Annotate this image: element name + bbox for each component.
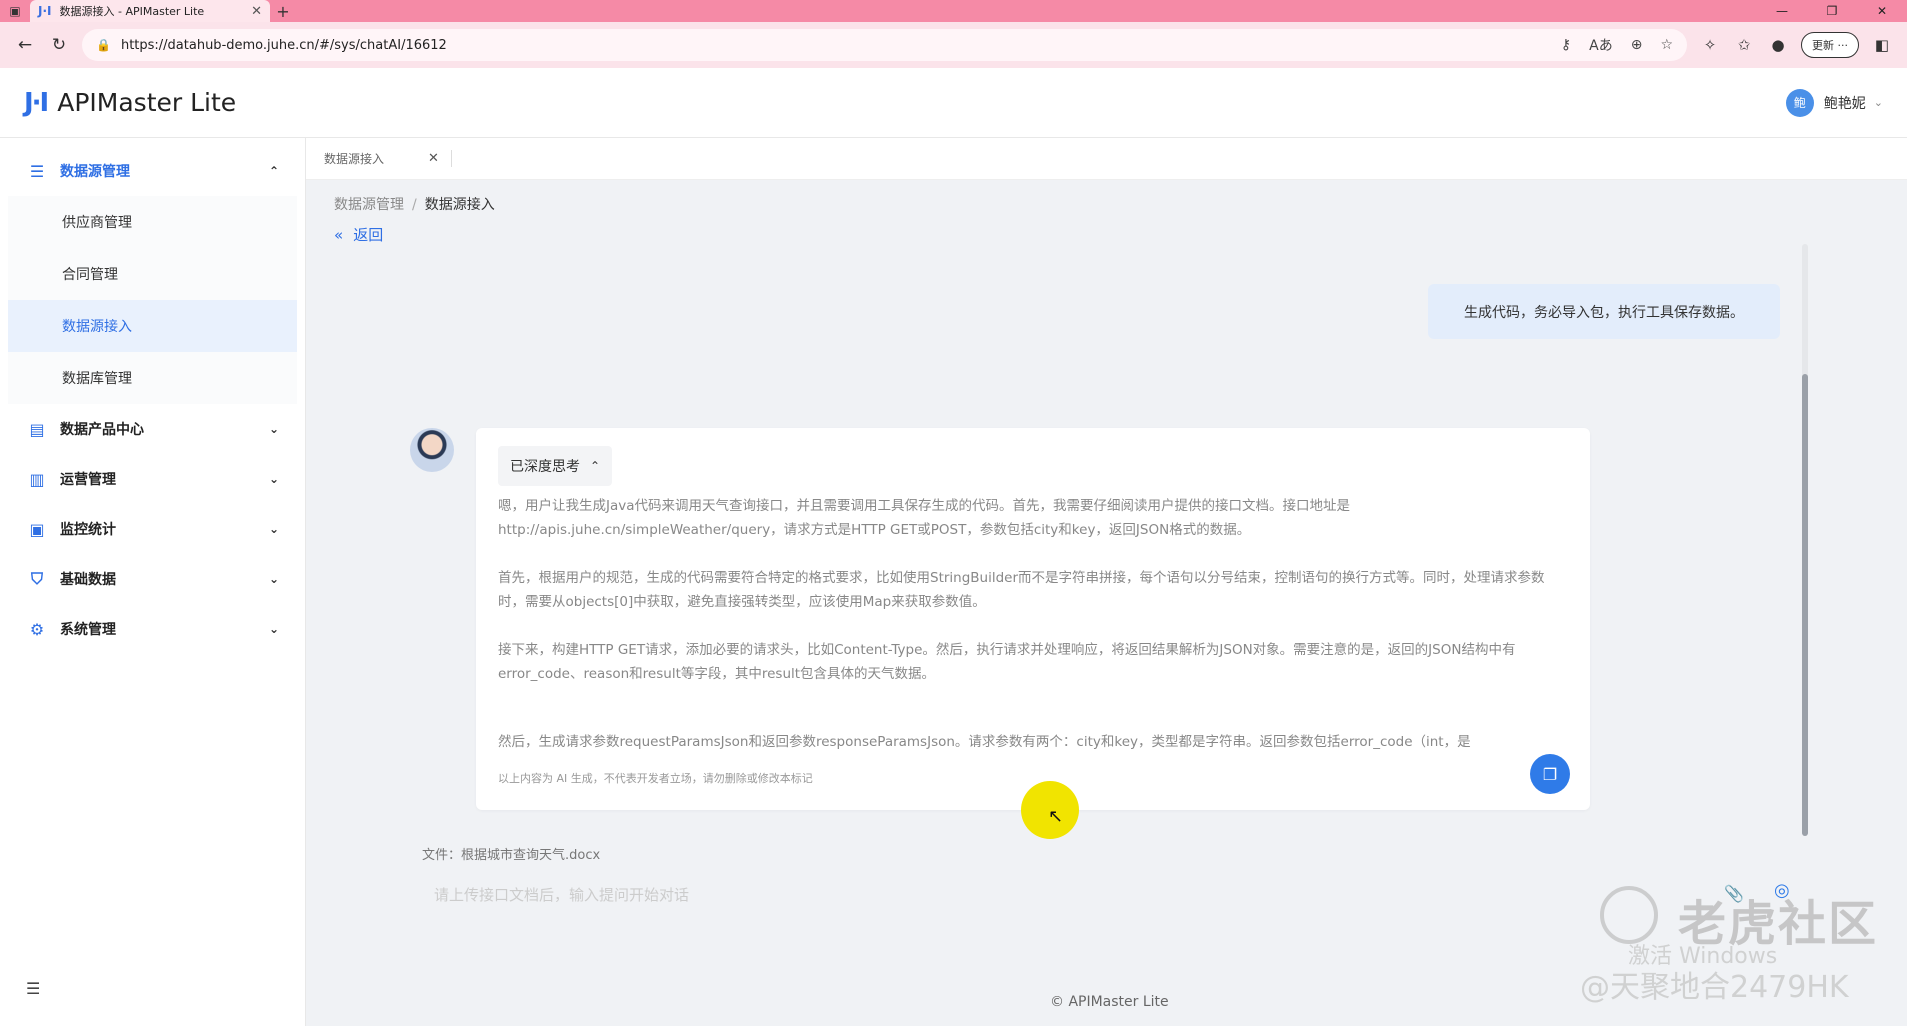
update-button[interactable]: 更新 ··· — [1801, 32, 1859, 58]
double-chevron-left-icon: « — [334, 226, 344, 244]
sidebar-group-label: 系统管理 — [60, 622, 116, 638]
favorites-icon[interactable]: ✩ — [1727, 36, 1761, 54]
user-name: 鲍艳妮 — [1823, 95, 1866, 112]
shield-icon: ⛉ — [30, 569, 43, 588]
collapse-sidebar-icon[interactable]: ☰ — [26, 979, 40, 998]
sidebar-item-datasource-access[interactable]: 数据源接入 — [8, 300, 297, 352]
browser-tab-title: 数据源接入 - APIMaster Lite — [59, 5, 205, 18]
window-menu-icon[interactable]: ▣ — [0, 0, 30, 22]
breadcrumb-separator: / — [412, 197, 417, 213]
sidebar-group-operations[interactable]: ▥ 运营管理 ⌄ — [0, 454, 305, 504]
think-content: 嗯，用户让我生成Java代码来调用天气查询接口，并且需要调用工具保存生成的代码。… — [498, 494, 1568, 754]
zoom-icon[interactable]: ⊕ — [1631, 37, 1643, 53]
minimize-icon[interactable]: — — [1757, 4, 1807, 18]
gear-icon: ⚙ — [29, 619, 45, 639]
avatar: 鲍 — [1785, 88, 1814, 117]
restore-icon[interactable]: ❐ — [1807, 4, 1857, 18]
list-icon: ☰ — [29, 161, 45, 181]
bot-avatar — [410, 428, 454, 472]
chevron-up-icon: ⌃ — [268, 164, 279, 178]
breadcrumb-current: 数据源接入 — [424, 197, 495, 213]
browser-tab[interactable]: J·I 数据源接入 - APIMaster Lite ✕ — [30, 0, 270, 22]
back-arrow-icon[interactable]: ← — [8, 35, 42, 55]
think-paragraph: 接下来，构建HTTP GET请求，添加必要的请求头，比如Content-Type… — [498, 642, 1516, 682]
favicon-icon: J·I — [38, 4, 52, 18]
think-paragraph: 嗯，用户让我生成Java代码来调用天气查询接口，并且需要调用工具保存生成的代码。… — [498, 498, 1351, 538]
chevron-down-icon: ⌄ — [268, 622, 279, 636]
deep-think-toggle[interactable]: 已深度思考 ⌃ — [498, 446, 613, 486]
url-field[interactable]: 🔒 https://datahub-demo.juhe.cn/#/sys/cha… — [82, 29, 1687, 61]
extensions-icon[interactable]: ✧ — [1693, 36, 1727, 54]
url-text: https://datahub-demo.juhe.cn/#/sys/chatA… — [120, 37, 447, 53]
breadcrumb: 数据源管理 / 数据源接入 — [334, 194, 495, 214]
sidebar-item-supplier[interactable]: 供应商管理 — [8, 196, 297, 248]
app-title: APIMaster Lite — [57, 88, 237, 117]
chevron-down-icon: ⌄ — [268, 572, 279, 586]
chevron-down-icon: ⌄ — [268, 472, 279, 486]
close-tab-icon[interactable]: ✕ — [251, 4, 262, 19]
footer: © APIMaster Lite — [1050, 994, 1169, 1010]
sidebar: ☰ 数据源管理 ⌃ 供应商管理 合同管理 数据源接入 数据库管理 ▤ 数据产品中… — [0, 138, 306, 1026]
key-icon[interactable]: ⚷ — [1561, 37, 1571, 53]
bar-chart-icon: ▥ — [29, 469, 45, 489]
window-controls: — ❐ ✕ — [1757, 4, 1907, 18]
cursor-icon: ↖ — [1048, 806, 1064, 827]
think-paragraph: 首先，根据用户的规范，生成的代码需要符合特定的格式要求，比如使用StringBu… — [498, 570, 1545, 610]
sidebar-item-contract[interactable]: 合同管理 — [8, 248, 297, 300]
chat-scrollbar-thumb[interactable] — [1802, 374, 1808, 836]
back-label: 返回 — [353, 226, 384, 244]
sidebar-group-label: 数据源管理 — [60, 164, 130, 180]
sidebar-group-system[interactable]: ⚙ 系统管理 ⌄ — [0, 604, 305, 654]
document-icon: ▤ — [29, 419, 45, 439]
chevron-down-icon: ⌄ — [268, 422, 279, 436]
copy-button[interactable]: ❐ — [1530, 754, 1570, 794]
profile-icon[interactable]: ● — [1761, 36, 1795, 54]
tab-datasource-access[interactable]: 数据源接入 ✕ — [324, 150, 452, 167]
deep-think-label: 已深度思考 — [510, 459, 580, 475]
new-tab-icon[interactable]: + — [270, 2, 296, 21]
address-bar: ← ↻ 🔒 https://datahub-demo.juhe.cn/#/sys… — [0, 22, 1907, 68]
submenu-datasource: 供应商管理 合同管理 数据源接入 数据库管理 — [8, 196, 297, 404]
close-window-icon[interactable]: ✕ — [1857, 4, 1907, 18]
content-tabs: 数据源接入 ✕ — [306, 138, 1907, 180]
logo-icon: J·I — [24, 87, 49, 118]
update-label: 更新 — [1812, 39, 1834, 52]
attached-file: 文件：根据城市查询天气.docx — [422, 848, 601, 863]
favorite-star-icon[interactable]: ☆ — [1660, 37, 1673, 53]
sidebar-group-product[interactable]: ▤ 数据产品中心 ⌄ — [0, 404, 305, 454]
ai-disclaimer: 以上内容为 AI 生成，不代表开发者立场，请勿删除或修改本标记 — [498, 772, 813, 785]
sidebar-group-label: 运营管理 — [60, 472, 116, 488]
chevron-up-icon: ⌃ — [590, 459, 601, 473]
chat-input[interactable] — [420, 870, 1800, 920]
close-icon[interactable]: ✕ — [428, 151, 439, 166]
watermark-handle: @天聚地合2479HK — [1580, 970, 1849, 1005]
copy-icon: ❐ — [1542, 764, 1558, 784]
sidebar-group-label: 监控统计 — [60, 522, 116, 538]
read-aloud-icon[interactable]: Aあ — [1589, 35, 1613, 55]
breadcrumb-parent[interactable]: 数据源管理 — [334, 197, 404, 213]
reload-icon[interactable]: ↻ — [42, 35, 76, 55]
think-paragraph: 然后，生成请求参数requestParamsJson和返回参数responseP… — [498, 734, 1471, 750]
chevron-down-icon: ⌄ — [268, 522, 279, 536]
bot-message-card: 已深度思考 ⌃ 嗯，用户让我生成Java代码来调用天气查询接口，并且需要调用工具… — [476, 428, 1590, 810]
sidebar-group-monitor[interactable]: ▣ 监控统计 ⌄ — [0, 504, 305, 554]
back-link[interactable]: « 返回 — [334, 224, 383, 245]
chevron-down-icon: ⌄ — [1873, 96, 1883, 109]
user-menu[interactable]: 鲍 鲍艳妮 ⌄ — [1785, 88, 1883, 117]
sidebar-group-label: 基础数据 — [60, 572, 116, 588]
lock-icon: 🔒 — [96, 38, 111, 52]
monitor-icon: ▣ — [29, 519, 45, 539]
user-message: 生成代码，务必导入包，执行工具保存数据。 — [1428, 284, 1780, 339]
app-header: J·I APIMaster Lite 鲍 鲍艳妮 ⌄ — [0, 68, 1907, 138]
sidebar-group-label: 数据产品中心 — [60, 422, 144, 438]
sidebar-item-database[interactable]: 数据库管理 — [8, 352, 297, 404]
sidebar-group-datasource[interactable]: ☰ 数据源管理 ⌃ — [0, 146, 305, 196]
tab-label: 数据源接入 — [324, 152, 385, 166]
watermark-logo-icon — [1600, 886, 1658, 944]
browser-tab-bar: ▣ J·I 数据源接入 - APIMaster Lite ✕ + — ❐ ✕ — [0, 0, 1907, 22]
sidebar-group-basic[interactable]: ⛉ 基础数据 ⌄ — [0, 554, 305, 604]
sidebar-toggle-icon[interactable]: ◧ — [1865, 36, 1899, 54]
